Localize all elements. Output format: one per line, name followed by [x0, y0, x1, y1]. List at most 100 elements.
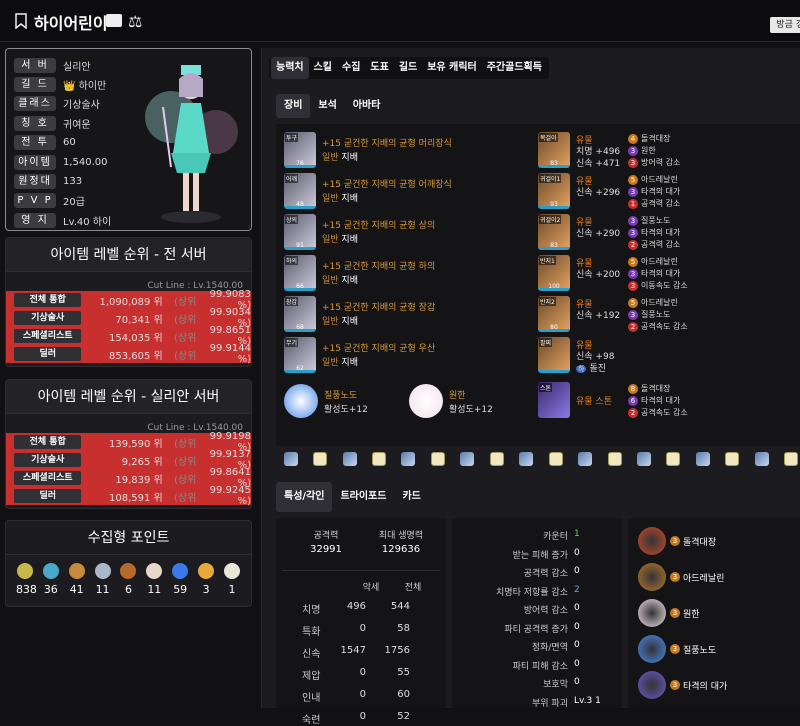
accessory-item[interactable]: 팔찌 유물 신속 +98 하 돌진: [538, 337, 798, 374]
subtab[interactable]: 보석: [310, 94, 344, 118]
gem-icon[interactable]: [372, 452, 387, 466]
collect-icon[interactable]: [198, 563, 215, 579]
equipment-item[interactable]: 어깨 48 +15 굳건한 지배의 균형 어깨장식 일반 지배: [284, 173, 534, 209]
rank-prefix: (상위: [174, 296, 197, 308]
subtab[interactable]: 특성/각인: [276, 482, 333, 512]
subtab[interactable]: 카드: [394, 482, 428, 512]
profile-row: 영 지 Lv.40 하이: [14, 211, 111, 229]
collect-icon[interactable]: [146, 563, 163, 579]
collect-icon[interactable]: [42, 563, 59, 579]
profile-key: 클래스: [14, 96, 56, 112]
accessory-icon: 귀걸이2 83: [538, 214, 570, 250]
equipment-slot: 무기: [285, 338, 299, 347]
gem-icon[interactable]: [519, 452, 534, 466]
accessory-item[interactable]: 귀걸이1 93 유물 신속 +296 5 아드레날린 3 타격의 대가 1 공격력 감소: [538, 173, 798, 209]
collect-icon[interactable]: [172, 563, 189, 579]
collect-icon[interactable]: [223, 563, 240, 579]
trait-row: 제압 0 55: [276, 664, 446, 682]
accessory-icon: 팔찌: [538, 337, 570, 373]
accessory-item[interactable]: 목걸이 83 유물 치명 +496 신속 +471 4 돌격대장 3 원한 3 방어력 감소: [538, 132, 798, 169]
gem-icon[interactable]: [784, 452, 799, 466]
attack-value: 32991: [310, 544, 342, 555]
profile-value: 귀여운: [63, 119, 91, 131]
engraving-name: 질풍노도: [683, 645, 717, 656]
equipment-item[interactable]: 무기 62 +15 굳건한 지배의 균형 우산 일반 지배: [284, 337, 534, 373]
accessory-item[interactable]: 반지1 100 유물 신속 +200 5 아드레날린 3 타격의 대가 3 이동속도 감소: [538, 255, 798, 291]
accessory-icon: 목걸이 83: [538, 132, 570, 168]
gem-icon[interactable]: [754, 452, 769, 466]
stone-item[interactable]: 질풍노도 활성도+12: [284, 382, 409, 422]
engraving-level: 3: [628, 268, 638, 279]
profile-row: 서 버 실리안: [14, 56, 91, 74]
rank-percent: 99.9245 %): [209, 485, 252, 507]
collect-icon[interactable]: [16, 563, 33, 579]
gem-icon[interactable]: [578, 452, 593, 466]
trait-total: 52: [397, 711, 410, 722]
profile-key: 원정대: [14, 173, 56, 189]
gem-icon[interactable]: [548, 452, 563, 466]
equipment-slot: 어깨: [285, 174, 299, 183]
accessory-stat: 신속 +200: [576, 270, 621, 280]
trait-acc: 0: [359, 667, 366, 678]
profile-row: 전 투 60: [14, 134, 76, 152]
tab[interactable]: 수집: [337, 57, 365, 79]
profile-row: 칭 호 귀여운: [14, 114, 91, 132]
tab[interactable]: 보유 캐릭터: [422, 57, 481, 79]
subtab[interactable]: 트라이포드: [332, 482, 394, 512]
engraving-name: 공격속도 감소: [641, 408, 688, 417]
tab[interactable]: 능력치: [271, 57, 309, 79]
equipment-item[interactable]: 상의 91 +15 굳건한 지배의 균형 상의 일반 지배: [284, 214, 534, 250]
subtab[interactable]: 장비: [276, 94, 311, 118]
equipment-grade: 일반 지배: [322, 191, 358, 204]
engraving-level: 2: [628, 239, 638, 250]
gem-icon[interactable]: [725, 452, 740, 466]
gem-icon[interactable]: [607, 452, 622, 466]
profile-key: 서 버: [14, 57, 56, 73]
stone-icon: [284, 384, 318, 418]
equipment-item[interactable]: 장갑 68 +15 굳건한 지배의 균형 장갑 일반 지배: [284, 296, 534, 332]
refresh-button[interactable]: 방금 갱: [770, 17, 800, 33]
stone-item[interactable]: 원한 활성도+12: [409, 382, 534, 422]
property-row: 정화/면역 0: [452, 637, 622, 655]
collect-icon[interactable]: [68, 563, 85, 579]
accessory-item[interactable]: 귀걸이2 83 유물 신속 +290 3 질풍노도 3 타격의 대가 2 공격력 감소: [538, 214, 798, 250]
bookmark-icon[interactable]: [15, 13, 27, 29]
equipment-icon: 하의 66: [284, 255, 316, 291]
profile-card-icon[interactable]: [106, 14, 122, 27]
grade-text: 일반: [322, 194, 342, 204]
tab[interactable]: 스킬: [309, 57, 337, 79]
equipment-item[interactable]: 하의 66 +15 굳건한 지배의 균형 하의 일반 지배: [284, 255, 534, 291]
gem-icon[interactable]: [401, 452, 416, 466]
gem-icon[interactable]: [283, 452, 298, 466]
scale-icon[interactable]: ⚖: [128, 12, 142, 31]
equipment-item[interactable]: 투구 76 +15 굳건한 지배의 균형 머리장식 일반 지배: [284, 132, 534, 168]
engraving-level: 1: [628, 198, 638, 209]
tab[interactable]: 길드: [394, 57, 422, 79]
rank-all-title: 아이템 레벨 순위 - 전 서버: [6, 238, 251, 272]
ability-stone[interactable]: 스톤 유물 스톤 8 돌격대장 6 타격의 대가 2 공격속도 감소: [538, 382, 798, 418]
gem-icon[interactable]: [636, 452, 651, 466]
gem-icon[interactable]: [695, 452, 710, 466]
gem-icon[interactable]: [313, 452, 328, 466]
accessory-engraving: 3 타격의 대가: [628, 186, 680, 197]
accessory-engraving: 3 질풍노도: [628, 215, 670, 226]
tab[interactable]: 도표: [365, 57, 393, 79]
collect-icon[interactable]: [120, 563, 137, 579]
grade-text: 일반: [322, 235, 342, 245]
gem-icon[interactable]: [430, 452, 445, 466]
subtab[interactable]: 아바타: [345, 94, 389, 118]
accessory-slot: 반지2: [539, 297, 556, 306]
engraving-name: 공격력 감소: [641, 199, 681, 208]
gem-icon[interactable]: [342, 452, 357, 466]
accessory-icon: 귀걸이1 93: [538, 173, 570, 209]
rank-label: 딜러: [14, 347, 82, 361]
gem-icon[interactable]: [460, 452, 475, 466]
tab[interactable]: 주간골드획득: [482, 57, 547, 79]
accessory-quality: 93: [550, 201, 558, 208]
collect-icon[interactable]: [94, 563, 111, 579]
trait-row: 신속 1547 1756: [276, 642, 446, 660]
engraving-icon: [638, 671, 666, 699]
gem-icon[interactable]: [489, 452, 504, 466]
gem-icon[interactable]: [666, 452, 681, 466]
accessory-item[interactable]: 반지2 80 유물 신속 +192 5 아드레날린 3 질풍노도 2 공격속도 감소: [538, 296, 798, 332]
